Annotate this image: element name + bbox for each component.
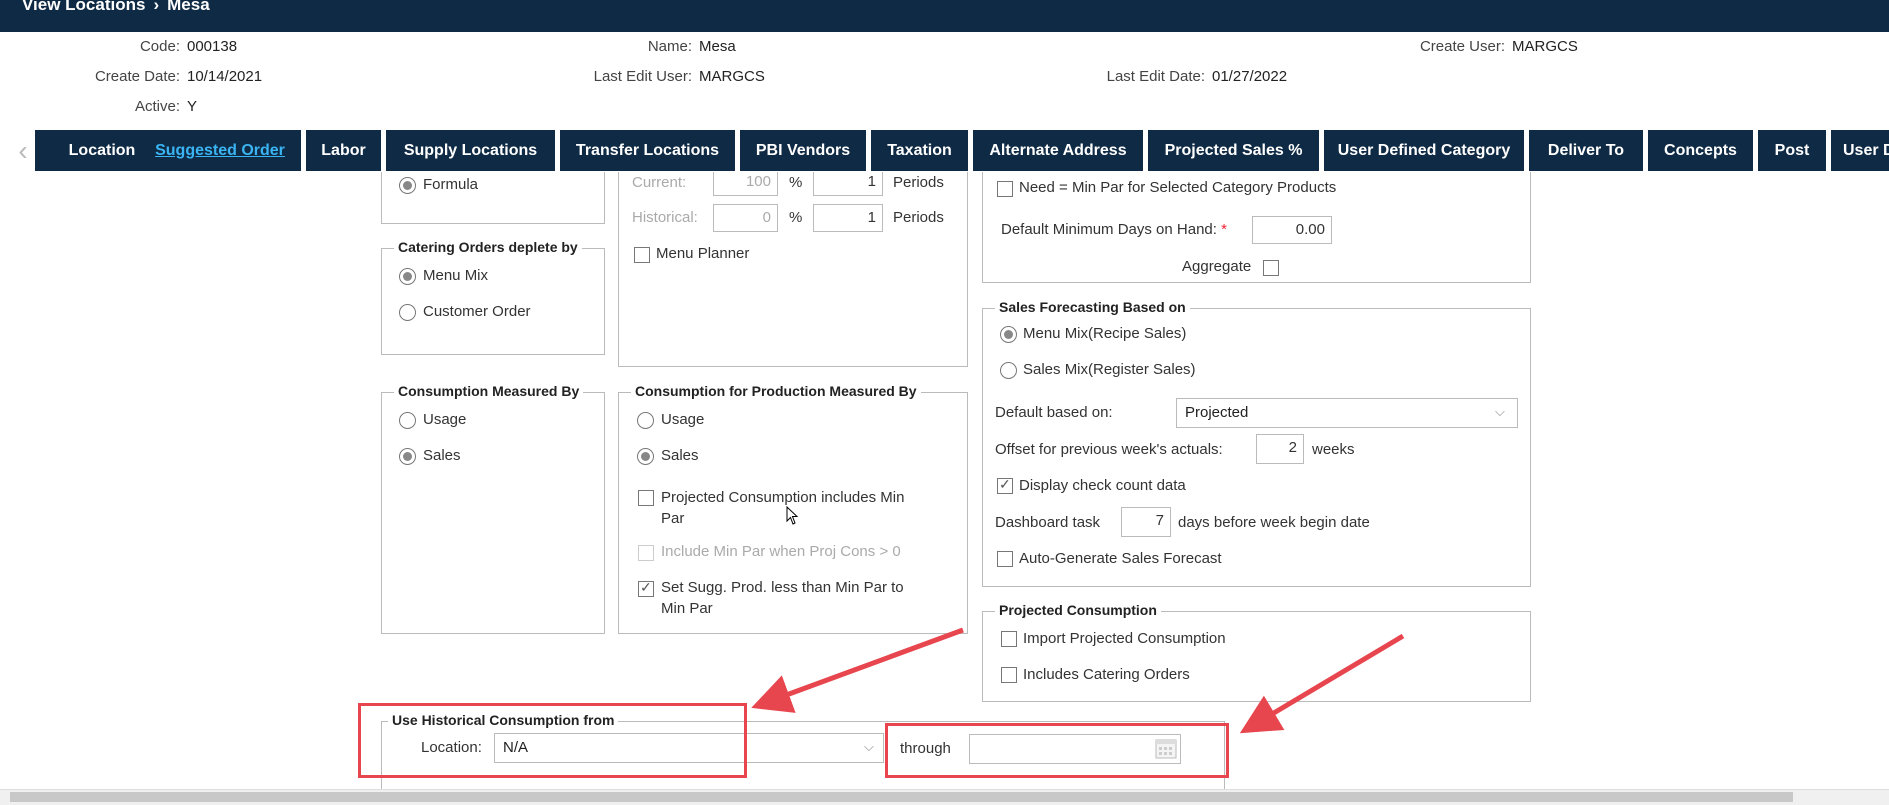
annotation-arrows-icon — [751, 627, 1405, 734]
horizontal-scrollbar-thumb[interactable] — [10, 792, 1793, 802]
mouse-pointer-icon — [786, 505, 800, 526]
